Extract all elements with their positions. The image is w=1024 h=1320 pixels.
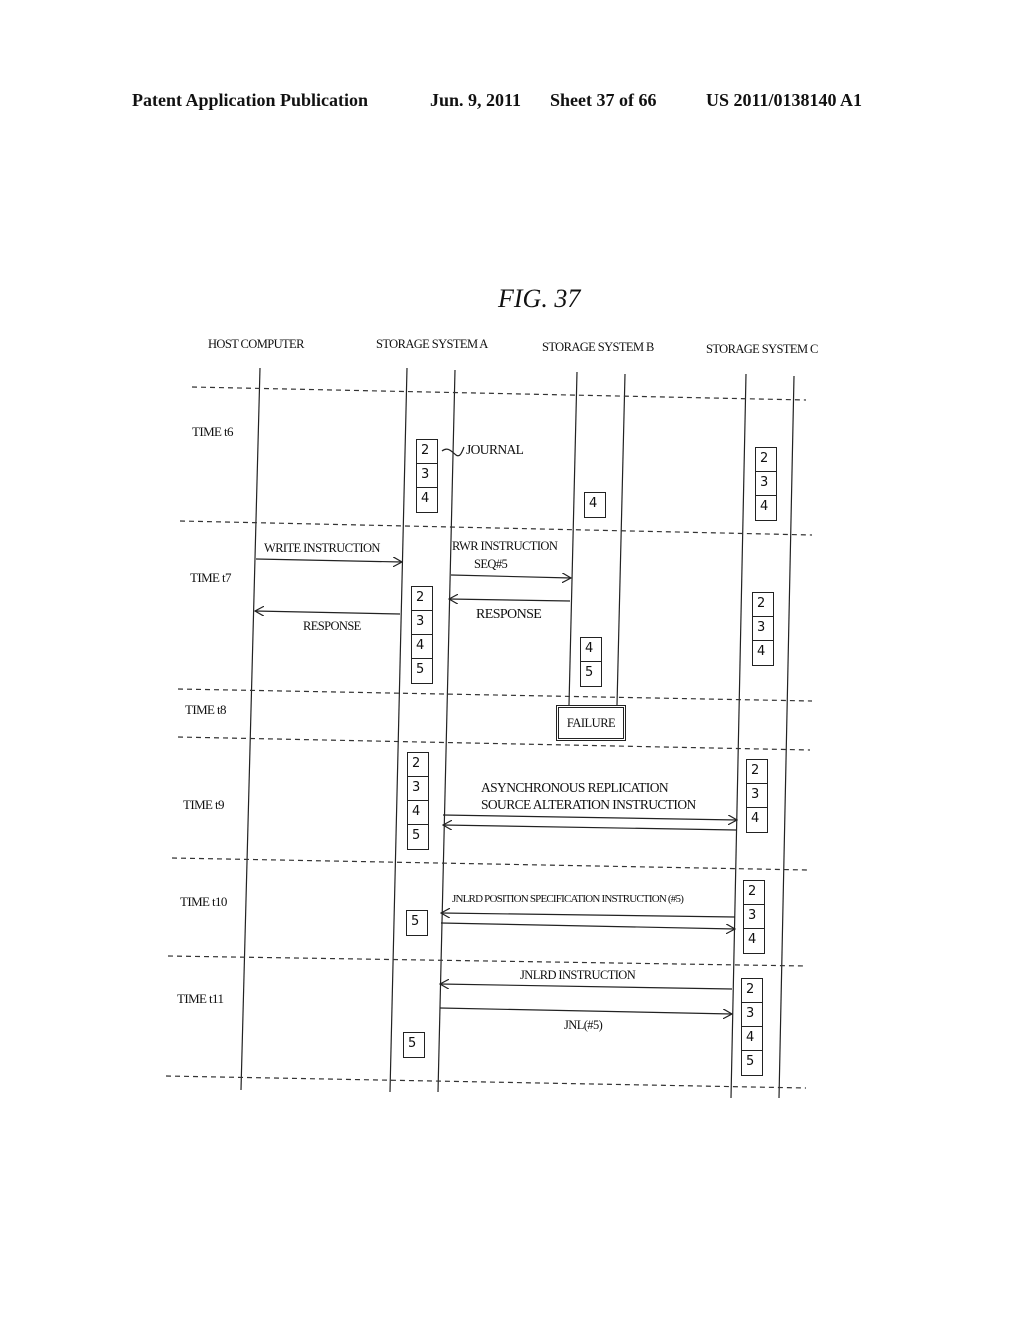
journal-entry: 4	[581, 638, 601, 662]
journal-entry: 2	[756, 448, 776, 472]
journal-entry: 4	[757, 644, 766, 659]
label-jnlrd-position: JNLRD POSITION SPECIFICATION INSTRUCTION…	[452, 893, 684, 905]
journal-entry: 2	[744, 881, 764, 905]
label-response-host: RESPONSE	[303, 619, 361, 633]
journal-entry: 5	[746, 1054, 755, 1069]
separator-t7-t8	[177, 688, 813, 702]
journal-stack-t7-c: 23 4	[752, 592, 774, 666]
arrow-jnlrd-position-response	[440, 922, 735, 929]
journal-entry: 3	[417, 464, 437, 488]
journal-entry: 4	[748, 932, 757, 947]
time-label-t6: TIME t6	[192, 424, 234, 439]
journal-entry: 2	[412, 587, 432, 611]
separator-top	[191, 386, 807, 401]
arrow-response-b	[449, 599, 571, 601]
label-rwr-instruction: RWR INSTRUCTION	[452, 539, 558, 553]
arrow-jnlrd-position	[441, 913, 736, 917]
journal-entry: 5	[408, 1036, 417, 1051]
lifeline-host	[240, 367, 261, 1091]
lifeline-b-right	[616, 373, 626, 706]
failure-box: FAILURE	[556, 705, 626, 741]
journal-entry: 2	[417, 440, 437, 464]
journal-stack-t7-b: 45	[580, 637, 602, 687]
separator-t6-t7	[179, 520, 813, 536]
journal-entry: 4	[408, 801, 428, 825]
time-label-t11: TIME t11	[177, 991, 224, 1006]
journal-entry: 3	[408, 777, 428, 801]
separator-t9-t10	[171, 857, 809, 871]
journal-entry: 3	[753, 617, 773, 641]
journal-entry: 4	[742, 1027, 762, 1051]
label-jnlrd-instruction: JNLRD INSTRUCTION	[520, 968, 636, 982]
label-journal: JOURNAL	[466, 442, 524, 457]
journal-entry: 2	[753, 593, 773, 617]
journal-stack-t10-c: 23 4	[743, 880, 765, 954]
journal-stack-t6-a: 23 4	[416, 439, 438, 513]
journal-stack-t7-a: 234 5	[411, 586, 433, 684]
journal-stack-t9-a: 234 5	[407, 752, 429, 850]
label-seq5: SEQ#5	[474, 557, 508, 571]
journal-entry: 2	[747, 760, 767, 784]
time-label-t9: TIME t9	[183, 797, 225, 812]
journal-entry: 2	[742, 979, 762, 1003]
lifeline-c-right	[778, 375, 795, 1099]
journal-entry: 4	[760, 499, 769, 514]
label-response-b: RESPONSE	[476, 607, 542, 622]
separator-t10-t11	[167, 955, 807, 967]
arrow-async-alteration	[442, 814, 737, 820]
journal-entry: 5	[412, 828, 421, 843]
label-async-line1: ASYNCHRONOUS REPLICATION	[481, 780, 669, 795]
journal-stack-t9-c: 23 4	[746, 759, 768, 833]
separator-t8-t9	[177, 736, 811, 751]
journal-entry: 5	[416, 662, 425, 677]
sequence-diagram-lines	[165, 367, 813, 1099]
arrow-rwr-instruction	[450, 575, 571, 578]
journal-entry: 3	[742, 1003, 762, 1027]
journal-entry: 3	[412, 611, 432, 635]
journal-entry: 4	[412, 635, 432, 659]
time-label-t10: TIME t10	[180, 894, 227, 909]
journal-stack-t11-c: 234 5	[741, 978, 763, 1076]
journal-entry: 4	[589, 496, 598, 511]
journal-stack-t6-c: 23 4	[755, 447, 777, 521]
arrow-async-response	[443, 825, 737, 831]
arrow-jnlrd-instruction	[440, 984, 733, 990]
journal-entry: 5	[585, 665, 594, 680]
journal-entry: 3	[747, 784, 767, 808]
lifeline-b-left	[568, 371, 578, 706]
label-write-instruction: WRITE INSTRUCTION	[264, 541, 380, 555]
journal-entry: 3	[756, 472, 776, 496]
journal-stack-t6-b: 4	[584, 492, 606, 518]
time-label-t8: TIME t8	[185, 702, 227, 717]
journal-stack-t10-a: 5	[406, 910, 428, 936]
journal-entry: 5	[411, 914, 420, 929]
journal-entry: 2	[408, 753, 428, 777]
journal-stack-t11-a: 5	[403, 1032, 425, 1058]
arrow-jnl5	[439, 1007, 732, 1014]
time-label-t7: TIME t7	[190, 570, 232, 585]
separator-bottom	[165, 1075, 807, 1089]
journal-entry: 3	[744, 905, 764, 929]
journal-entry: 4	[751, 811, 760, 826]
arrow-response-host	[255, 611, 401, 614]
label-async-line2: SOURCE ALTERATION INSTRUCTION	[481, 797, 696, 812]
label-jnl5: JNL(#5)	[564, 1018, 603, 1032]
journal-entry: 4	[421, 491, 430, 506]
lifeline-a-left	[389, 367, 408, 1093]
arrow-write-instruction	[255, 559, 402, 562]
